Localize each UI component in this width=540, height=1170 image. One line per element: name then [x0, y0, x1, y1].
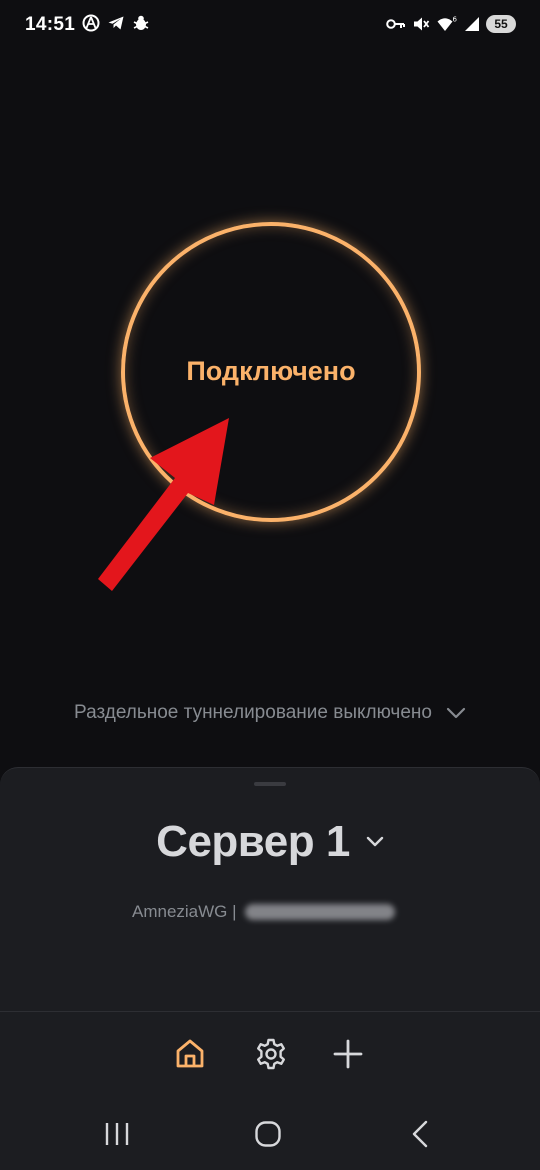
recent-apps-button[interactable] [87, 1110, 147, 1158]
plus-icon [333, 1039, 363, 1069]
svg-text:6: 6 [453, 16, 458, 24]
vpn-key-icon [386, 19, 405, 29]
home-icon [176, 1039, 204, 1068]
signal-icon [465, 17, 479, 31]
status-system-icons: 6 55 [386, 15, 516, 33]
telegram-icon [108, 16, 124, 30]
status-bar: 14:51 6 55 [0, 0, 540, 54]
back-nav-button[interactable] [390, 1110, 450, 1158]
split-tunneling-toggle[interactable]: Раздельное туннелирование выключено [0, 696, 540, 730]
connection-status-label: Подключено [186, 355, 356, 386]
home-nav-button[interactable] [238, 1110, 298, 1158]
status-time: 14:51 [25, 14, 76, 35]
mute-icon [414, 17, 430, 31]
recent-apps-icon [105, 1123, 129, 1145]
chevron-down-icon [446, 707, 466, 719]
home-circle-icon [255, 1121, 281, 1147]
status-notification-icons [82, 14, 150, 32]
sheet-drag-handle[interactable] [254, 782, 286, 786]
server-info: AmneziaWG | [132, 902, 395, 922]
split-tunneling-label: Раздельное туннелирование выключено [74, 702, 432, 723]
server-name: Сервер 1 [156, 817, 350, 866]
tab-add[interactable] [326, 1032, 370, 1076]
tabbar-divider [0, 1011, 540, 1012]
tab-home[interactable] [168, 1032, 212, 1076]
wifi-6-icon: 6 [437, 16, 458, 31]
battery-icon: 55 [486, 15, 516, 33]
chevron-down-icon [366, 836, 384, 847]
back-chevron-icon [412, 1120, 428, 1148]
gear-icon [257, 1038, 285, 1070]
connect-button[interactable]: Подключено [121, 222, 421, 522]
redacted-server-address [244, 904, 395, 920]
server-selector[interactable]: Сервер 1 [0, 812, 540, 872]
vpn-app-icon [82, 14, 100, 32]
tab-bar [0, 1032, 540, 1076]
system-navigation-bar [0, 1110, 540, 1158]
tab-settings[interactable] [249, 1032, 293, 1076]
server-protocol: AmneziaWG | [132, 902, 237, 921]
bug-icon [133, 15, 149, 30]
